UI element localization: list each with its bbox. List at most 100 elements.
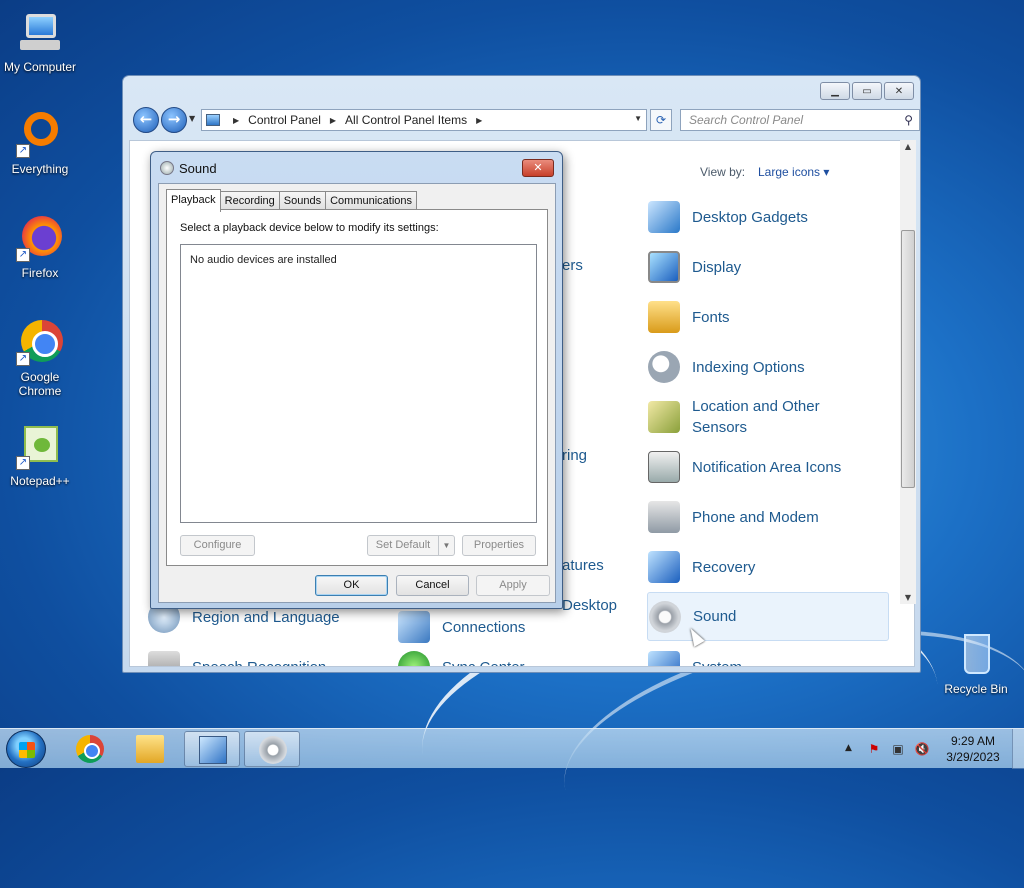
maximize-button[interactable]: ▭ [852, 82, 882, 100]
cp-item-sync-center[interactable]: Sync Center [398, 645, 525, 666]
volume-muted-icon[interactable]: 🔇 [914, 741, 930, 757]
system-icon [648, 651, 680, 666]
tab-recording[interactable]: Recording [219, 191, 280, 211]
view-by-dropdown[interactable]: Large icons ▾ [758, 165, 829, 179]
folder-icon [136, 735, 164, 763]
taskbar-sound[interactable] [244, 731, 300, 767]
cp-item-label: Speech Recognition [192, 658, 327, 667]
configure-button[interactable]: Configure [180, 535, 255, 556]
partial-item-text[interactable]: Desktop [562, 597, 617, 614]
desktop-icon-recycle-bin[interactable]: Recycle Bin [936, 630, 1016, 696]
cp-item-speech-recognition[interactable]: Speech Recognition [148, 645, 327, 667]
indexing-icon [648, 351, 680, 383]
location-sensors-icon [648, 401, 680, 433]
desktop-icon-firefox[interactable]: ↗ Firefox [0, 214, 80, 280]
clock-date: 3/29/2023 [946, 750, 1000, 764]
taskbar-control-panel[interactable] [184, 731, 240, 767]
cp-item-fonts[interactable]: Fonts [648, 295, 730, 339]
notepadpp-icon: ↗ [16, 422, 64, 470]
cp-item-remote-connections[interactable]: Connections [398, 605, 525, 649]
partial-item-text[interactable]: ers [562, 257, 583, 274]
view-by-label: View by: [700, 165, 746, 179]
cp-item-display[interactable]: Display [648, 245, 741, 289]
cp-item-notification-area-icons[interactable]: Notification Area Icons [648, 445, 841, 489]
tab-sounds[interactable]: Sounds [278, 191, 327, 211]
search-icon[interactable]: ⚲ [904, 113, 913, 127]
desktop-icon-label: My Computer [3, 60, 77, 74]
properties-button[interactable]: Properties [462, 535, 536, 556]
cp-item-location-sensors[interactable]: Location and Other Sensors [648, 395, 838, 439]
desktop-icon-my-computer[interactable]: My Computer [0, 8, 80, 74]
breadcrumb-arrow-icon[interactable]: ▶ [330, 116, 336, 125]
cp-item-indexing-options[interactable]: Indexing Options [648, 345, 805, 389]
search-input[interactable]: Search Control Panel ⚲ [680, 109, 920, 131]
show-hidden-icons-icon[interactable]: ▲ [845, 743, 852, 753]
dialog-close-button[interactable]: ✕ [522, 159, 554, 177]
tab-strip: Playback Recording Sounds Communications [166, 189, 418, 212]
network-icon[interactable]: ▣ [890, 741, 906, 757]
cancel-button[interactable]: Cancel [396, 575, 469, 596]
scroll-up-icon[interactable]: ▲ [900, 142, 916, 151]
search-placeholder: Search Control Panel [689, 113, 804, 127]
dialog-body: Playback Recording Sounds Communications… [158, 183, 556, 603]
sound-icon [160, 161, 174, 175]
computer-icon [16, 8, 64, 56]
chevron-down-icon[interactable]: ▼ [438, 536, 454, 555]
scroll-down-icon[interactable]: ▼ [900, 593, 916, 602]
cp-item-label: Recovery [692, 558, 756, 576]
breadcrumb-control-panel[interactable]: Control Panel [248, 113, 321, 127]
recovery-icon [648, 551, 680, 583]
device-list[interactable]: No audio devices are installed [180, 244, 537, 523]
taskbar-explorer[interactable] [122, 731, 178, 767]
playback-panel: Select a playback device below to modify… [166, 209, 548, 566]
remote-icon [398, 611, 430, 643]
desktop-icon-notepadpp[interactable]: ↗ Notepad++ [0, 422, 80, 488]
desktop-icon-everything[interactable]: ↗ Everything [0, 110, 80, 176]
minimize-button[interactable]: ▁ [820, 82, 850, 100]
sound-dialog: Sound ✕ Playback Recording Sounds Commun… [150, 151, 563, 609]
tab-playback[interactable]: Playback [166, 189, 221, 212]
cp-item-system[interactable]: System [648, 645, 743, 667]
cp-item-label: Location and Other Sensors [692, 398, 820, 436]
cp-item-sound[interactable]: Sound [647, 592, 889, 641]
clock[interactable]: 9:29 AM 3/29/2023 [940, 733, 1006, 765]
breadcrumb-arrow-icon[interactable]: ▶ [476, 116, 482, 125]
refresh-button[interactable]: ⟳ [650, 109, 672, 131]
set-default-button[interactable]: Set Default ▼ [367, 535, 455, 556]
firefox-icon: ↗ [16, 214, 64, 262]
breadcrumb-arrow-icon[interactable]: ▶ [233, 116, 239, 125]
cp-item-desktop-gadgets[interactable]: Desktop Gadgets [648, 195, 808, 239]
cp-item-label: System [692, 658, 743, 667]
taskbar-chrome[interactable] [62, 731, 118, 767]
show-desktop-button[interactable] [1012, 729, 1024, 769]
cp-item-phone-modem[interactable]: Phone and Modem [648, 495, 819, 539]
cp-item-label: Display [692, 258, 742, 276]
control-panel-icon [199, 736, 227, 764]
phone-modem-icon [648, 501, 680, 533]
close-button[interactable]: ✕ [884, 82, 914, 100]
recent-pages-dropdown-icon[interactable]: ▼ [189, 114, 195, 123]
address-bar[interactable]: ▶ Control Panel ▶ All Control Panel Item… [201, 109, 647, 131]
address-dropdown-icon[interactable]: ▼ [634, 114, 642, 123]
start-button[interactable] [6, 730, 46, 768]
desktop-icon-chrome[interactable]: ↗ Google Chrome [0, 318, 80, 398]
cp-item-label: Fonts [692, 308, 730, 326]
back-button[interactable]: ← [133, 107, 159, 133]
partial-item-text[interactable]: atures [562, 557, 604, 574]
cp-item-recovery[interactable]: Recovery [648, 545, 755, 589]
scrollbar-thumb[interactable] [901, 230, 915, 488]
partial-item-text[interactable]: ring [562, 447, 587, 464]
desktop-icon-label: Notepad++ [10, 474, 70, 488]
dialog-title: Sound [179, 161, 217, 176]
apply-button[interactable]: Apply [476, 575, 550, 596]
action-center-flag-icon[interactable]: ⚑ [866, 741, 882, 757]
cp-item-label: Phone and Modem [692, 508, 819, 526]
cp-item-label: Notification Area Icons [692, 458, 842, 476]
vertical-scrollbar[interactable]: ▲ ▼ [900, 140, 916, 604]
ok-button[interactable]: OK [315, 575, 388, 596]
breadcrumb-all-items[interactable]: All Control Panel Items [345, 113, 467, 127]
tab-communications[interactable]: Communications [325, 191, 418, 211]
cp-item-label: Sound [693, 608, 737, 625]
forward-button[interactable]: → [161, 107, 187, 133]
speech-icon [148, 651, 180, 666]
